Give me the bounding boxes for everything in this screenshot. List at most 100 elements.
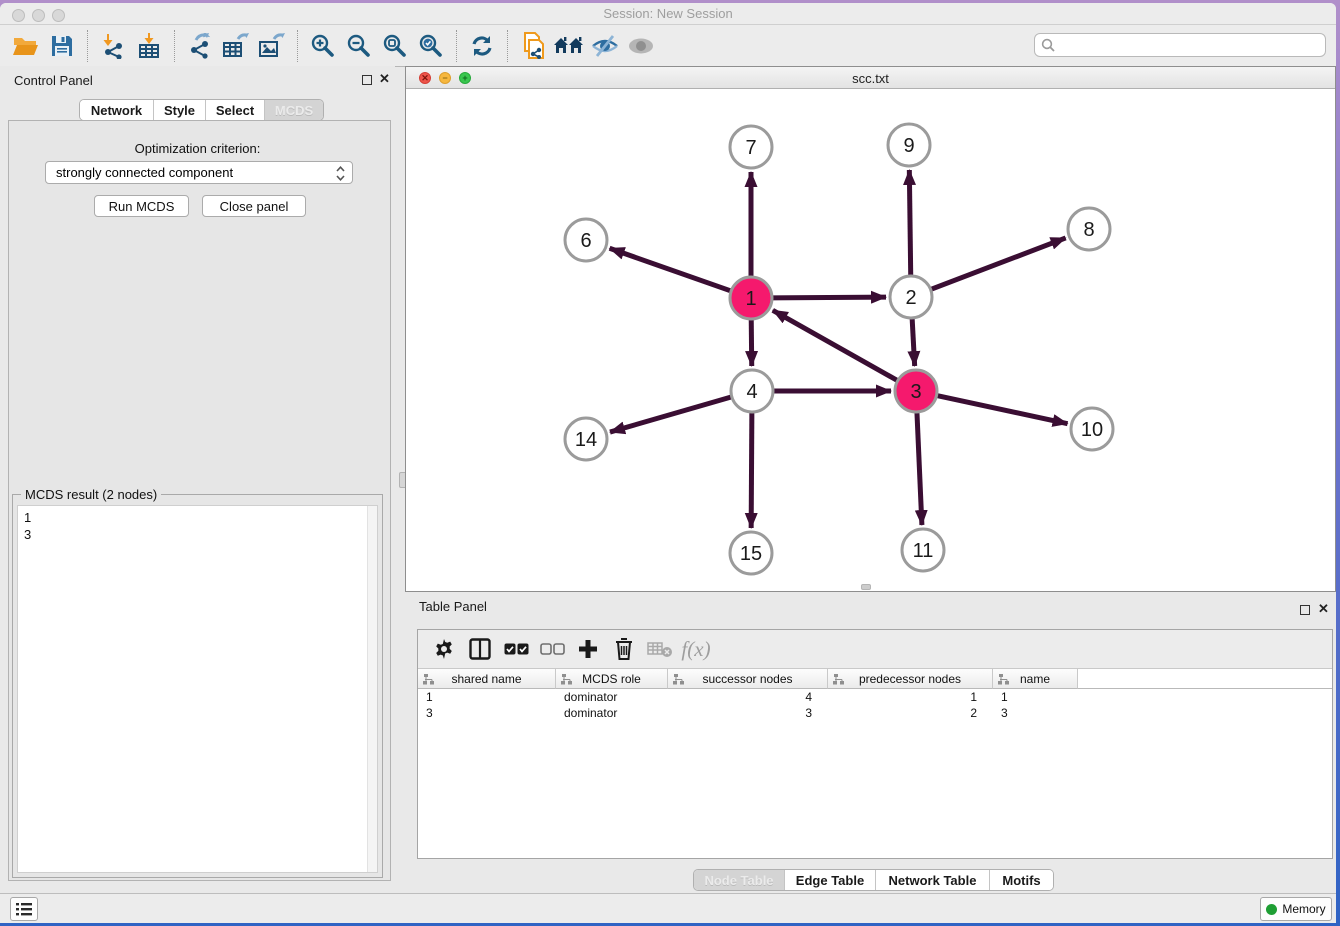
cell-shared-name[interactable]: 3 [418,705,556,721]
column-layout-icon[interactable] [462,635,498,663]
column-header-successor-nodes[interactable]: successor nodes [668,668,828,689]
delete-column-icon[interactable] [606,635,642,663]
node-2[interactable]: 2 [890,276,932,318]
cell-name[interactable]: 1 [993,689,1078,705]
cell-successor-nodes[interactable]: 3 [668,705,828,721]
settings-gear-icon[interactable] [426,635,462,663]
node-label: 1 [745,288,756,310]
node-7[interactable]: 7 [730,126,772,168]
criterion-dropdown[interactable]: strongly connected component [45,161,353,184]
view-resize-handle[interactable] [861,584,871,590]
result-scrollbar[interactable] [367,506,377,872]
mcds-result-value: 3 [24,526,371,543]
cell-predecessor-nodes[interactable]: 1 [828,689,993,705]
edge-3-1[interactable] [773,310,900,381]
close-panel-icon[interactable]: ✕ [379,71,390,87]
table-row[interactable]: 1dominator411 [418,689,1332,705]
cell-successor-nodes[interactable]: 4 [668,689,828,705]
table-panel-title: Table Panel [419,599,487,614]
node-14[interactable]: 14 [565,418,607,460]
select-all-columns-icon[interactable] [498,635,534,663]
edge-3-10[interactable] [935,395,1068,424]
tab-network[interactable]: Network [80,100,153,120]
column-header-MCDS-role[interactable]: MCDS role [556,668,668,689]
table-tab-network-table[interactable]: Network Table [875,870,989,890]
memory-button[interactable]: Memory [1260,897,1332,921]
table-tab-edge-table[interactable]: Edge Table [784,870,875,890]
node-10[interactable]: 10 [1071,408,1113,450]
table-row[interactable]: 3dominator323 [418,705,1332,721]
node-8[interactable]: 8 [1068,208,1110,250]
edge-1-6[interactable] [610,248,733,291]
refresh-icon[interactable] [464,28,500,64]
edge-4-14[interactable] [610,396,734,432]
search-icon [1041,38,1055,52]
run-mcds-button[interactable]: Run MCDS [94,195,189,217]
table-toolbar: f(x) [418,630,1332,668]
edge-3-11[interactable] [917,410,922,525]
edge-2-8[interactable] [929,238,1066,290]
edge-1-4[interactable] [751,317,752,366]
control-panel-title: Control Panel [14,73,93,88]
import-network-icon[interactable] [95,28,131,64]
table-tabs: Node TableEdge TableNetwork TableMotifs [693,869,1054,891]
edge-2-9[interactable] [909,170,910,278]
open-session-icon[interactable] [8,28,44,64]
cell-MCDS-role[interactable]: dominator [556,705,668,721]
search-box[interactable] [1034,33,1326,57]
node-label: 7 [745,137,756,159]
node-15[interactable]: 15 [730,532,772,574]
export-image-icon[interactable] [254,28,290,64]
network-graph-canvas[interactable]: 7 9 6 8 1 2 4 3 14 10 15 11 [406,89,1335,591]
network-window-titlebar[interactable]: ✕ − + scc.txt [406,67,1335,89]
table-tab-node-table[interactable]: Node Table [694,870,784,890]
node-11[interactable]: 11 [902,529,944,571]
clone-network-icon[interactable] [515,28,551,64]
node-label: 14 [575,429,597,451]
optimization-criterion-label: Optimization criterion: [0,141,395,156]
close-panel-button[interactable]: Close panel [202,195,306,217]
float-panel-icon[interactable] [362,75,372,85]
column-header-shared-name[interactable]: shared name [418,668,556,689]
node-1[interactable]: 1 [730,277,772,319]
table-tab-motifs[interactable]: Motifs [989,870,1053,890]
tab-select[interactable]: Select [205,100,264,120]
deselect-all-columns-icon[interactable] [534,635,570,663]
zoom-selected-icon[interactable] [413,28,449,64]
table-header-row: shared nameMCDS rolesuccessor nodesprede… [418,668,1332,689]
add-column-icon[interactable] [570,635,606,663]
import-table-icon[interactable] [131,28,167,64]
edge-1-2[interactable] [770,297,886,298]
cell-name[interactable]: 3 [993,705,1078,721]
mcds-result-area[interactable]: 13 [17,505,378,873]
tab-style[interactable]: Style [153,100,205,120]
hide-selected-icon[interactable] [587,28,623,64]
main-toolbar [0,25,1336,67]
table-body: 1dominator4113dominator323 [418,689,1332,858]
zoom-in-icon[interactable] [305,28,341,64]
edge-2-3[interactable] [912,316,915,366]
close-table-panel-icon[interactable]: ✕ [1318,601,1329,617]
criterion-value: strongly connected component [56,165,233,180]
cell-MCDS-role[interactable]: dominator [556,689,668,705]
edge-4-15[interactable] [751,410,752,528]
cell-predecessor-nodes[interactable]: 2 [828,705,993,721]
export-network-icon[interactable] [182,28,218,64]
float-table-panel-icon[interactable] [1300,605,1310,615]
node-9[interactable]: 9 [888,124,930,166]
two-houses-icon[interactable] [551,28,587,64]
save-session-icon[interactable] [44,28,80,64]
search-input[interactable] [1059,38,1319,53]
export-table-icon[interactable] [218,28,254,64]
tab-mcds[interactable]: MCDS [264,100,323,120]
column-header-predecessor-nodes[interactable]: predecessor nodes [828,668,993,689]
task-history-button[interactable] [10,897,38,921]
zoom-out-icon[interactable] [341,28,377,64]
column-header-name[interactable]: name [993,668,1078,689]
zoom-fit-icon[interactable] [377,28,413,64]
node-3[interactable]: 3 [895,370,937,412]
node-6[interactable]: 6 [565,219,607,261]
node-4[interactable]: 4 [731,370,773,412]
cell-shared-name[interactable]: 1 [418,689,556,705]
node-label: 9 [903,135,914,157]
